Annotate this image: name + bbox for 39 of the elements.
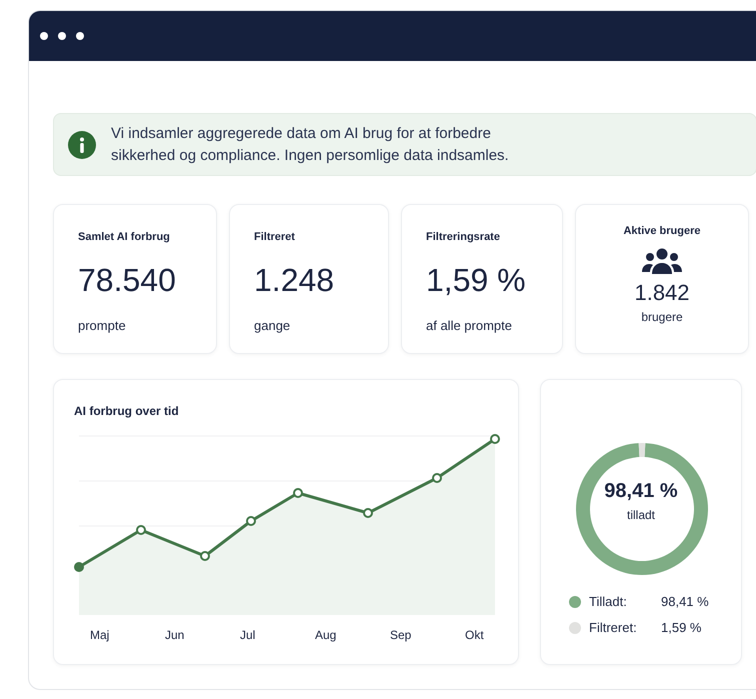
data-point — [490, 434, 500, 444]
stat-value: 1.842 — [633, 280, 691, 306]
stat-value: 78.540 — [78, 260, 177, 300]
stat-unit: af alle prompte — [426, 316, 513, 335]
stat-unit: prompte — [78, 316, 127, 335]
stat-value: 1,59 % — [426, 260, 527, 300]
data-point — [136, 525, 146, 535]
data-point — [293, 488, 303, 498]
chart-title: AI forbrug over tid — [74, 403, 179, 420]
axis-label: Okt — [465, 627, 484, 644]
legend-label: Tilladt — [589, 593, 624, 611]
data-point — [246, 516, 256, 526]
donut-label: tilladt — [626, 507, 656, 524]
axis-label: Jun — [165, 627, 184, 644]
info-icon — [68, 130, 96, 158]
axis-label: Jul — [240, 627, 256, 644]
data-point — [200, 551, 210, 561]
notice-text: Vi indsamler aggregerede data om AI brug for at forbedre sikkerhed og compliance. Ingen persomlige data indsamles. — [111, 124, 510, 166]
stat-unit: gange — [254, 316, 292, 335]
stat-label: Samlet AI forbrug — [78, 230, 171, 245]
axis-label: Maj — [90, 627, 110, 644]
legend-separator: : — [623, 593, 627, 611]
legend-value: 98,41 % — [661, 593, 709, 611]
donut-value: 98,41 % — [603, 479, 679, 504]
stat-unit: brugere — [640, 308, 684, 326]
stat-value: 1.248 — [254, 260, 336, 300]
axis-label: Aug — [315, 627, 336, 644]
axis-label: Sep — [390, 627, 412, 644]
stat-label: Filtreringsrate — [426, 230, 501, 245]
legend-value: 1,59 % — [661, 619, 702, 637]
users-icon — [642, 248, 682, 274]
legend-separator: : — [633, 619, 637, 637]
data-point — [363, 508, 373, 518]
data-point — [432, 473, 442, 483]
stat-label: Aktive brugere — [622, 224, 702, 239]
legend-label: Filtreret — [589, 619, 634, 637]
data-point — [74, 562, 84, 572]
window-dots-icon — [39, 31, 87, 41]
stat-label: Filtreret — [254, 230, 296, 245]
